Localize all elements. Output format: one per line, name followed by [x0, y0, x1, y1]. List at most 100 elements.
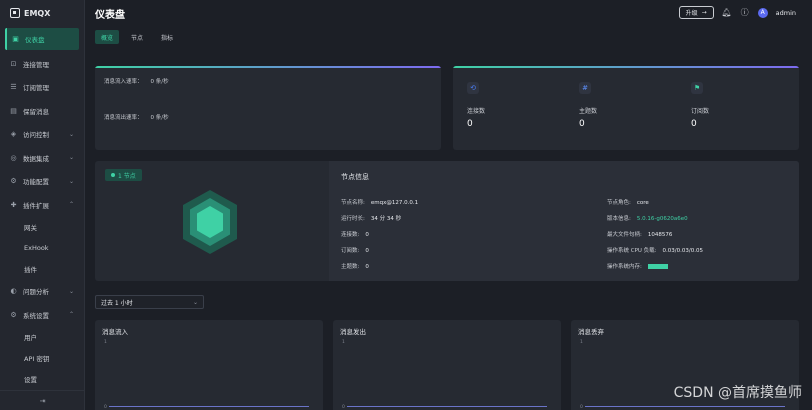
sidebar-item-system[interactable]: ⚙ 系统设置 ⌃ — [0, 303, 84, 327]
sidebar-subitem-settings[interactable]: 设置 — [0, 369, 84, 390]
plugin-icon: ✚ — [10, 200, 17, 209]
sidebar-item-label: 访问控制 — [23, 131, 49, 140]
version-link[interactable]: 5.0.16-g0620a6e0 — [637, 216, 688, 222]
flag-icon: ⚑ — [691, 82, 703, 94]
kv-label: 运行时长: — [341, 216, 365, 222]
user-name[interactable]: admin — [776, 9, 796, 17]
rate-out-value: 0 条/秒 — [150, 115, 169, 121]
node-count-label: 1 节点 — [118, 172, 136, 180]
chart-y-tick: 1 — [342, 340, 345, 345]
sidebar-item-subscriptions[interactable]: ☰ 订阅管理 — [0, 76, 84, 100]
node-sub-row: 订阅数: 0 — [341, 246, 369, 254]
kv-value: 0 — [365, 248, 369, 254]
chart-title: 消息发出 — [340, 328, 366, 336]
sidebar-item-label: 仪表盘 — [25, 36, 45, 44]
system-icon: ⚙ — [10, 310, 17, 319]
stat-value: 0 — [579, 119, 585, 129]
arrow-right-icon: → — [701, 9, 707, 16]
chart-title: 消息流入 — [102, 328, 128, 336]
chart-title: 消息丢弃 — [578, 328, 604, 336]
chart-series-line — [585, 406, 785, 407]
chart-series-line — [347, 406, 547, 407]
kv-value: 0 — [365, 264, 369, 270]
kv-label: 最大文件句柄: — [607, 232, 642, 238]
rate-out-label: 消息流出速率： — [104, 115, 143, 121]
stat-subscriptions: ⚑ 订阅数 0 — [677, 82, 787, 129]
collapse-icon: ⇥ — [39, 396, 46, 405]
kv-value: 0 — [365, 232, 369, 238]
tab-bar: 概览 节点 指标 — [95, 30, 179, 44]
node-name-row: 节点名称: emqx@127.0.0.1 — [341, 198, 418, 206]
sidebar-item-connections[interactable]: ⊡ 连接管理 — [0, 52, 84, 76]
tab-overview[interactable]: 概览 — [95, 30, 120, 44]
page-title: 仪表盘 — [95, 9, 125, 21]
sidebar-subitem-gateway[interactable]: 网关 — [0, 217, 84, 238]
chart-series-line — [109, 406, 309, 407]
message-rate-card: 消息流入速率： 0 条/秒 消息流出速率： 0 条/秒 — [95, 66, 441, 150]
rate-out: 消息流出速率： 0 条/秒 — [104, 113, 169, 121]
sidebar-subitem-label: 用户 — [24, 334, 37, 342]
settings-icon: ⚙ — [10, 177, 17, 186]
upgrade-label: 升级 — [685, 10, 698, 17]
status-dot-icon — [111, 173, 115, 177]
dashboard-icon: ▣ — [12, 35, 19, 43]
rate-in-value: 0 条/秒 — [150, 79, 169, 85]
chart-messages-in: 消息流入 1 0 — [95, 320, 323, 410]
emqx-logo-icon — [10, 8, 20, 18]
stat-connections: ⟲ 连接数 0 — [453, 82, 563, 129]
help-icon[interactable]: ⓘ — [740, 8, 750, 18]
chart-y-tick: 1 — [104, 340, 107, 345]
sidebar-subitem-api-keys[interactable]: API 密钥 — [0, 348, 84, 369]
sidebar-item-label: 插件扩展 — [23, 201, 49, 210]
upgrade-button[interactable]: 升级 → — [678, 6, 714, 19]
sidebar-item-label: 连接管理 — [23, 60, 49, 69]
node-hexagon-icon[interactable] — [179, 188, 241, 256]
stat-label: 订阅数 — [691, 108, 710, 115]
sidebar-item-label: 系统设置 — [23, 311, 49, 320]
kv-label: 版本信息: — [607, 216, 631, 222]
chevron-down-icon: ⌄ — [68, 130, 74, 138]
sidebar-item-dashboard[interactable]: ▣ 仪表盘 — [5, 28, 79, 50]
bell-icon[interactable]: 🔔︎ — [722, 8, 732, 18]
sidebar-item-data-integration[interactable]: ◎ 数据集成 ⌄ — [0, 146, 84, 170]
kv-label: 节点角色: — [607, 200, 631, 206]
header: 仪表盘 升级 → 🔔︎ ⓘ A admin — [85, 0, 812, 26]
kv-value: emqx@127.0.0.1 — [370, 200, 419, 206]
stats-card: ⟲ 连接数 0 # 主题数 0 ⚑ 订阅数 0 — [453, 66, 799, 150]
sidebar-item-plugins[interactable]: ✚ 插件扩展 ⌃ — [0, 193, 84, 217]
time-range-select[interactable]: 过去 1 小时 ⌄ — [95, 295, 204, 309]
sidebar: EMQX ▣ 仪表盘 ⊡ 连接管理 ☰ 订阅管理 ▤ 保留消息 ◈ 访问控制 ⌄… — [0, 0, 85, 410]
kv-label: 操作系统内存: — [607, 264, 642, 270]
node-uptime-row: 运行时长: 34 分 34 秒 — [341, 214, 401, 222]
sidebar-item-access-control[interactable]: ◈ 访问控制 ⌄ — [0, 123, 84, 147]
sidebar-subitem-label: API 密钥 — [24, 355, 50, 363]
tab-metrics[interactable]: 指标 — [155, 30, 179, 44]
subscription-icon: ☰ — [10, 83, 17, 92]
sidebar-item-label: 问题分析 — [23, 288, 49, 297]
hash-icon: # — [579, 82, 591, 94]
sidebar-subitem-exhook[interactable]: ExHook — [0, 238, 84, 259]
sidebar-item-config[interactable]: ⚙ 功能配置 ⌄ — [0, 170, 84, 194]
node-count-badge: 1 节点 — [105, 169, 142, 181]
node-info-title: 节点信息 — [341, 173, 369, 181]
chevron-down-icon: ⌄ — [68, 177, 74, 185]
logo[interactable]: EMQX — [0, 0, 84, 26]
sidebar-item-retained[interactable]: ▤ 保留消息 — [0, 99, 84, 123]
chevron-down-icon: ⌄ — [68, 287, 74, 295]
chevron-down-icon: ⌄ — [68, 154, 74, 162]
kv-label: 连接数: — [341, 232, 360, 238]
logo-text: EMQX — [24, 8, 51, 18]
sidebar-item-diagnose[interactable]: ◐ 问题分析 ⌄ — [0, 280, 84, 304]
avatar[interactable]: A — [757, 7, 768, 18]
sidebar-subitem-users[interactable]: 用户 — [0, 327, 84, 348]
sidebar-subitem-label: 设置 — [24, 376, 37, 384]
sidebar-subitem-label: 网关 — [24, 224, 37, 232]
kv-label: 操作系统 CPU 负载: — [607, 248, 657, 254]
sidebar-collapse-button[interactable]: ⇥ — [0, 390, 85, 410]
stat-label: 连接数 — [467, 108, 486, 115]
node-version-row: 版本信息: 5.0.16-g0620a6e0 — [607, 214, 688, 222]
tab-nodes[interactable]: 节点 — [125, 30, 149, 44]
sidebar-subitem-plugin[interactable]: 插件 — [0, 259, 84, 280]
node-cpu-row: 操作系统 CPU 负载: 0.03/0.03/0.05 — [607, 246, 703, 254]
stat-value: 0 — [467, 119, 473, 129]
